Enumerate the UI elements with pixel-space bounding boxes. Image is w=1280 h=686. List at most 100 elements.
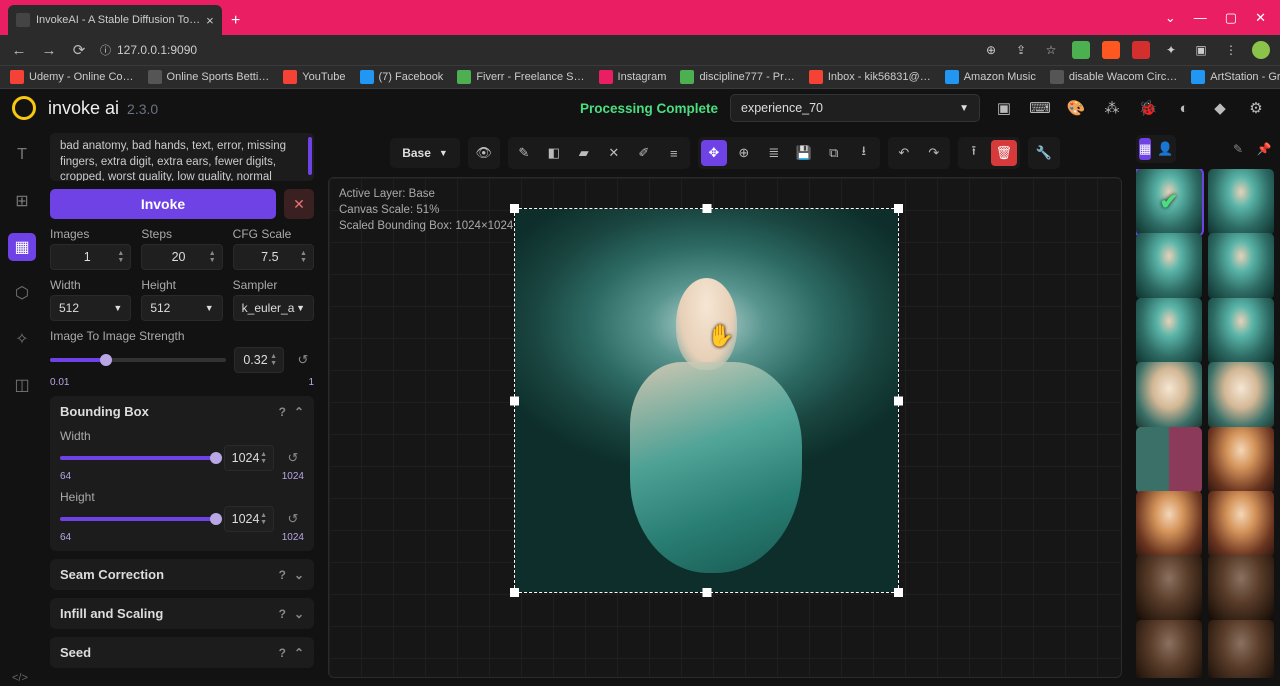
sampler-select[interactable]: k_euler_a▼ xyxy=(233,295,314,321)
settings-icon[interactable]: ⚙ xyxy=(1244,96,1268,120)
gallery-thumb[interactable] xyxy=(1208,427,1274,493)
resize-handle[interactable] xyxy=(510,588,519,597)
gallery-icon[interactable]: ▣ xyxy=(992,96,1016,120)
reload-icon[interactable]: ⟳ xyxy=(70,41,88,59)
stepper-icon[interactable]: ▲▼ xyxy=(209,250,216,264)
star-icon[interactable]: ☆ xyxy=(1042,41,1060,59)
bookmark-item[interactable]: Fiverr - Freelance S… xyxy=(457,70,584,84)
move-tool-icon[interactable]: ✥ xyxy=(701,140,727,166)
stepper-icon[interactable]: ▲▼ xyxy=(260,512,267,526)
reset-icon[interactable]: ↺ xyxy=(292,349,314,371)
resize-handle[interactable] xyxy=(702,588,711,597)
bbox-width-slider[interactable] xyxy=(60,456,216,460)
i2i-strength-slider[interactable] xyxy=(50,358,226,362)
fill-tool-icon[interactable]: ▰ xyxy=(571,140,597,166)
site-info-icon[interactable]: ⓘ xyxy=(100,42,111,58)
nodes-tab[interactable]: ⬡ xyxy=(8,279,36,307)
reset-view-icon[interactable]: ⊕ xyxy=(731,140,757,166)
gallery-thumb[interactable] xyxy=(1208,620,1274,678)
seed-section[interactable]: Seed?⌃ xyxy=(50,637,314,668)
steps-input[interactable]: 20▲▼ xyxy=(141,244,222,270)
bookmark-item[interactable]: Udemy - Online Co… xyxy=(10,70,134,84)
slider-thumb[interactable] xyxy=(210,513,222,525)
save-icon[interactable]: 💾 xyxy=(791,140,817,166)
bookmark-item[interactable]: discipline777 - Pr… xyxy=(680,70,794,84)
chevron-up-icon[interactable]: ⌃ xyxy=(294,405,304,419)
upload-icon[interactable]: ⭱ xyxy=(961,140,987,166)
close-tab-icon[interactable]: × xyxy=(206,13,214,28)
ext-icon-3[interactable] xyxy=(1132,41,1150,59)
url-field[interactable]: ⓘ 127.0.0.1:9090 xyxy=(100,42,197,58)
training-tab[interactable]: ◫ xyxy=(8,371,36,399)
stepper-icon[interactable]: ▲▼ xyxy=(270,353,277,367)
seam-correction-section[interactable]: Seam Correction?⌄ xyxy=(50,559,314,590)
bounding-box[interactable] xyxy=(514,208,899,593)
github-icon[interactable]: ◐ xyxy=(1172,96,1196,120)
zoom-icon[interactable]: ⊕ xyxy=(982,41,1000,59)
folder-icon[interactable]: ▣ xyxy=(1192,41,1210,59)
download-icon[interactable]: ⭳ xyxy=(851,140,877,166)
share-icon[interactable]: ⇪ xyxy=(1012,41,1030,59)
gallery-thumb[interactable] xyxy=(1208,169,1274,235)
gallery-pin-icon[interactable]: 📌 xyxy=(1254,139,1274,159)
invoke-button[interactable]: Invoke xyxy=(50,189,276,219)
scrollbar-thumb[interactable] xyxy=(308,137,312,175)
lines-icon[interactable]: ≡ xyxy=(661,140,687,166)
gallery-thumb[interactable] xyxy=(1136,491,1202,557)
model-select[interactable]: experience_70 ▼ xyxy=(730,94,980,122)
bbox-height-input[interactable]: 1024▲▼ xyxy=(224,506,274,532)
bookmark-item[interactable]: (7) Facebook xyxy=(360,70,444,84)
ext-icon-1[interactable] xyxy=(1072,41,1090,59)
slider-thumb[interactable] xyxy=(210,452,222,464)
chevron-down-icon[interactable]: ⌄ xyxy=(294,607,304,621)
brush-tool-icon[interactable]: ✎ xyxy=(511,140,537,166)
gallery-images-tab[interactable]: ▦ xyxy=(1139,138,1151,160)
profile-avatar[interactable] xyxy=(1252,41,1270,59)
gallery-thumb[interactable] xyxy=(1136,555,1202,621)
eraser-tool-icon[interactable]: ◧ xyxy=(541,140,567,166)
bookmark-item[interactable]: ArtStation - Greg R… xyxy=(1191,70,1280,84)
gallery-thumb[interactable] xyxy=(1136,427,1202,493)
layer-select[interactable]: Base▼ xyxy=(390,138,460,168)
forward-icon[interactable]: → xyxy=(40,41,58,59)
maximize-icon[interactable]: ▢ xyxy=(1225,10,1237,26)
chevron-down-icon[interactable]: ⌄ xyxy=(1165,10,1176,26)
help-icon[interactable]: ? xyxy=(279,405,286,419)
help-icon[interactable]: ? xyxy=(279,568,286,582)
gallery-thumb[interactable] xyxy=(1208,491,1274,557)
language-icon[interactable]: ⁂ xyxy=(1100,96,1124,120)
infill-scaling-section[interactable]: Infill and Scaling?⌄ xyxy=(50,598,314,629)
resize-handle[interactable] xyxy=(510,396,519,405)
gallery-thumb[interactable] xyxy=(1136,362,1202,428)
help-icon[interactable]: ? xyxy=(279,607,286,621)
copy-icon[interactable]: ⧉ xyxy=(821,140,847,166)
palette-icon[interactable]: 🎨 xyxy=(1064,96,1088,120)
chevron-up-icon[interactable]: ⌃ xyxy=(294,646,304,660)
bbox-width-input[interactable]: 1024▲▼ xyxy=(224,445,274,471)
gallery-settings-icon[interactable]: ✎ xyxy=(1228,139,1248,159)
new-tab-button[interactable]: + xyxy=(222,7,250,35)
resize-handle[interactable] xyxy=(894,396,903,405)
gallery-thumb[interactable] xyxy=(1208,298,1274,364)
bounding-box-header[interactable]: Bounding Box ?⌃ xyxy=(60,404,304,419)
mask-toggle-icon[interactable]: 👁 xyxy=(471,140,497,166)
chevron-down-icon[interactable]: ⌄ xyxy=(294,568,304,582)
layers-icon[interactable]: ≣ xyxy=(761,140,787,166)
slider-thumb[interactable] xyxy=(100,354,112,366)
minimize-icon[interactable]: — xyxy=(1194,10,1207,25)
redo-icon[interactable]: ↷ xyxy=(921,140,947,166)
gallery-thumb[interactable] xyxy=(1136,233,1202,299)
browser-tab[interactable]: InvokeAI - A Stable Diffusion To… × xyxy=(8,5,222,35)
undo-icon[interactable]: ↶ xyxy=(891,140,917,166)
bookmark-item[interactable]: Inbox - kik56831@… xyxy=(809,70,931,84)
stepper-icon[interactable]: ▲▼ xyxy=(117,250,124,264)
menu-icon[interactable]: ⋮ xyxy=(1222,41,1240,59)
wrench-icon[interactable]: 🔧 xyxy=(1031,140,1057,166)
resize-handle[interactable] xyxy=(894,588,903,597)
clear-mask-icon[interactable]: ✕ xyxy=(601,140,627,166)
postprocess-tab[interactable]: ✧ xyxy=(8,325,36,353)
close-window-icon[interactable]: ✕ xyxy=(1255,10,1266,26)
height-select[interactable]: 512▼ xyxy=(141,295,222,321)
puzzle-icon[interactable]: ✦ xyxy=(1162,41,1180,59)
gallery-thumb[interactable] xyxy=(1208,555,1274,621)
